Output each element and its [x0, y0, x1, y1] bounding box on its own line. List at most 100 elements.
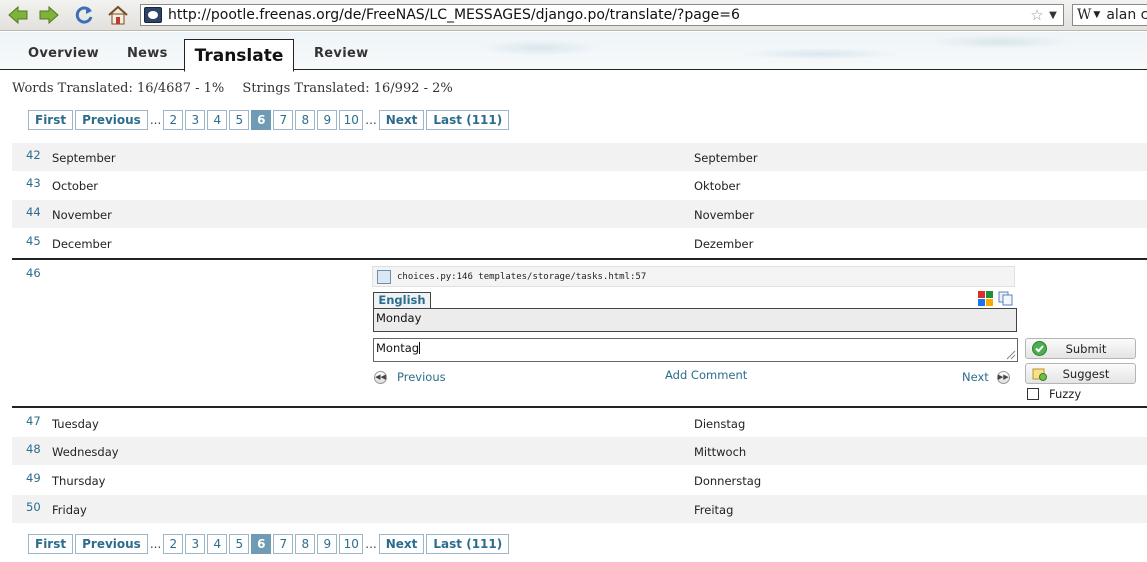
- row-number[interactable]: 45: [26, 234, 41, 248]
- arrow-left-icon: [8, 5, 28, 25]
- row-target: Oktober: [694, 179, 741, 193]
- pager-page[interactable]: 4: [207, 110, 228, 130]
- wikipedia-icon[interactable]: W: [1077, 7, 1091, 23]
- pager-next[interactable]: Next: [378, 110, 425, 130]
- row-number[interactable]: 43: [26, 176, 41, 190]
- back-button[interactable]: [6, 4, 30, 26]
- search-input[interactable]: alan c: [1106, 7, 1147, 23]
- table-row[interactable]: 50 Friday Freitag: [12, 495, 1147, 523]
- suggest-button[interactable]: Suggest: [1025, 363, 1136, 384]
- bookmark-star-icon[interactable]: ☆: [1028, 6, 1046, 24]
- tab-translate[interactable]: Translate: [184, 39, 294, 72]
- page-header: [0, 32, 1147, 70]
- pager-page[interactable]: 4: [207, 534, 228, 554]
- words-translated: Words Translated: 16/4687 - 1%: [12, 81, 225, 96]
- source-locations: choices.py:146 templates/storage/tasks.h…: [372, 266, 1015, 287]
- pager-first[interactable]: First: [28, 110, 74, 130]
- address-bar[interactable]: http://pootle.freenas.org/de/FreeNAS/LC_…: [140, 4, 1064, 26]
- table-row[interactable]: 48 Wednesday Mittwoch: [12, 437, 1147, 465]
- row-source: Tuesday: [52, 417, 99, 431]
- google-translate-icon[interactable]: [978, 291, 993, 306]
- row-target: November: [694, 208, 754, 222]
- pager-page[interactable]: 3: [185, 110, 206, 130]
- table-row[interactable]: 49 Thursday Donnerstag: [12, 466, 1147, 494]
- row-source: December: [52, 237, 112, 251]
- row-number[interactable]: 50: [26, 500, 41, 514]
- home-button[interactable]: [106, 4, 130, 26]
- translation-text[interactable]: Montag: [376, 341, 419, 355]
- pager-page[interactable]: 5: [229, 534, 250, 554]
- previous-label[interactable]: Previous: [397, 370, 446, 384]
- submit-button[interactable]: Submit: [1025, 338, 1136, 359]
- pager-ellipsis: ...: [365, 113, 377, 127]
- arrow-right-icon: [39, 5, 59, 25]
- pager-last[interactable]: Last (111): [426, 110, 510, 130]
- pager-page[interactable]: 2: [163, 110, 184, 130]
- pager-last[interactable]: Last (111): [426, 534, 510, 554]
- pager-bottom: First Previous ... 2 3 4 5 6 7 8 9 10 ..…: [28, 534, 511, 554]
- editor-row-number[interactable]: 46: [26, 266, 41, 280]
- translation-stats: Words Translated: 16/4687 - 1% Strings T…: [12, 81, 467, 96]
- table-row[interactable]: 45 December Dezember: [12, 229, 1147, 257]
- engine-dropdown-icon[interactable]: ▼: [1093, 10, 1100, 20]
- row-target: Freitag: [694, 503, 734, 517]
- row-source: Thursday: [52, 474, 106, 488]
- reload-icon: [75, 6, 93, 24]
- row-target: September: [694, 151, 758, 165]
- file-icon: [377, 269, 391, 284]
- row-number[interactable]: 47: [26, 414, 41, 428]
- history-dropdown-icon[interactable]: ▼: [1046, 10, 1060, 21]
- pager-page[interactable]: 2: [163, 534, 184, 554]
- url-text[interactable]: http://pootle.freenas.org/de/FreeNAS/LC_…: [168, 7, 1028, 23]
- add-comment-label[interactable]: Add Comment: [665, 368, 747, 382]
- pager-previous[interactable]: Previous: [75, 534, 148, 554]
- pager-first[interactable]: First: [28, 534, 74, 554]
- pager-next[interactable]: Next: [378, 534, 425, 554]
- row-target: Mittwoch: [694, 445, 747, 459]
- browser-toolbar: http://pootle.freenas.org/de/FreeNAS/LC_…: [0, 0, 1147, 31]
- add-comment-link[interactable]: Add Comment: [665, 368, 747, 382]
- copy-icon[interactable]: [998, 291, 1013, 306]
- pager-page[interactable]: 8: [295, 534, 316, 554]
- pager-page[interactable]: 8: [295, 110, 316, 130]
- tab-overview[interactable]: Overview: [28, 46, 99, 61]
- table-row[interactable]: 47 Tuesday Dienstag: [12, 409, 1147, 437]
- row-number[interactable]: 44: [26, 205, 41, 219]
- pager-page[interactable]: 7: [273, 110, 294, 130]
- fuzzy-toggle[interactable]: Fuzzy: [1027, 387, 1081, 401]
- row-source: Friday: [52, 503, 87, 517]
- resize-grip-icon[interactable]: [1006, 350, 1016, 360]
- source-language-tab: English: [373, 292, 431, 308]
- forward-button[interactable]: [37, 4, 61, 26]
- translation-input[interactable]: Montag: [373, 338, 1018, 362]
- reload-button[interactable]: [72, 4, 96, 26]
- strings-translated: Strings Translated: 16/992 - 2%: [242, 81, 453, 96]
- pager-top: First Previous ... 2 3 4 5 6 7 8 9 10 ..…: [28, 110, 511, 130]
- editor-previous-link[interactable]: ◀◀ Previous: [374, 370, 446, 384]
- table-row[interactable]: 43 October Oktober: [12, 171, 1147, 199]
- table-row[interactable]: 44 November November: [12, 200, 1147, 228]
- row-number[interactable]: 48: [26, 442, 41, 456]
- pager-page[interactable]: 10: [339, 110, 364, 130]
- next-label[interactable]: Next: [962, 370, 989, 384]
- pager-page[interactable]: 9: [317, 534, 338, 554]
- row-source: November: [52, 208, 112, 222]
- pager-previous[interactable]: Previous: [75, 110, 148, 130]
- search-box[interactable]: W ▼ alan c: [1072, 4, 1147, 26]
- tab-review[interactable]: Review: [314, 46, 368, 61]
- table-row[interactable]: 42 September September: [12, 143, 1147, 171]
- submit-label: Submit: [1065, 341, 1107, 356]
- pager-ellipsis: ...: [365, 537, 377, 551]
- pager-page[interactable]: 5: [229, 110, 250, 130]
- editor-next-link[interactable]: Next ▶▶: [962, 370, 1010, 384]
- pager-page[interactable]: 3: [185, 534, 206, 554]
- tab-news[interactable]: News: [127, 46, 168, 61]
- row-number[interactable]: 49: [26, 471, 41, 485]
- suggest-label: Suggest: [1062, 366, 1110, 381]
- pager-page[interactable]: 10: [339, 534, 364, 554]
- row-number[interactable]: 42: [26, 148, 41, 162]
- pager-page[interactable]: 9: [317, 110, 338, 130]
- fuzzy-checkbox[interactable]: [1027, 388, 1039, 400]
- pager-page[interactable]: 7: [273, 534, 294, 554]
- row-source: September: [52, 151, 116, 165]
